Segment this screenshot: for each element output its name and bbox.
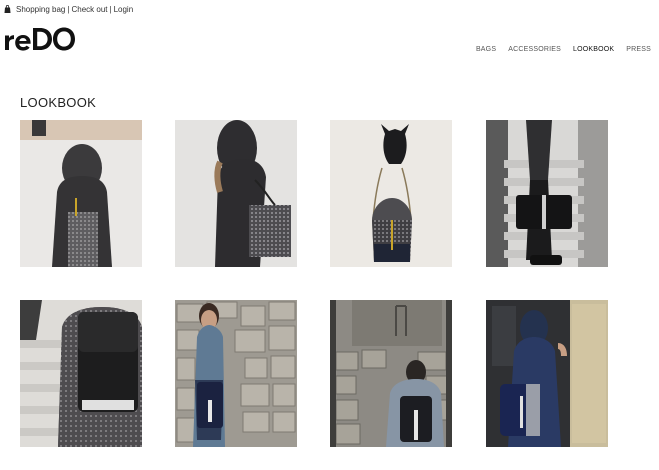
logo-mark — [5, 27, 75, 51]
photo-woman-stone-wall-navy-bag — [175, 300, 297, 447]
photo-back-view-stone-wall-backpack — [330, 300, 452, 447]
photo-bucket-bag-horse-hook — [330, 120, 452, 267]
shopping-bag-icon[interactable] — [4, 5, 11, 13]
shopping-bag-link[interactable]: Shopping bag — [16, 5, 65, 14]
nav-lookbook[interactable]: LOOKBOOK — [573, 46, 614, 53]
lookbook-photo-7[interactable] — [330, 300, 452, 447]
main-navigation: BAGS ACCESSORIES LOOKBOOK PRESS — [464, 46, 651, 53]
lookbook-photo-8[interactable] — [486, 300, 608, 447]
nav-press[interactable]: PRESS — [626, 46, 651, 53]
logo[interactable] — [3, 26, 75, 58]
lookbook-photo-1[interactable] — [20, 120, 142, 267]
page-title: LOOKBOOK — [20, 95, 97, 110]
nav-bags[interactable]: BAGS — [476, 46, 496, 53]
photo-hooded-blue-coat-navy-bag — [486, 300, 608, 447]
photo-grey-coat-black-backpack — [20, 300, 142, 447]
top-utility-bar: Shopping bag | Check out | Login — [4, 3, 133, 15]
separator: | — [67, 4, 70, 14]
checkout-link[interactable]: Check out — [71, 5, 107, 14]
lookbook-photo-4[interactable] — [486, 120, 608, 267]
photo-stairs-black-leather-bag — [486, 120, 608, 267]
nav-accessories[interactable]: ACCESSORIES — [508, 46, 561, 53]
login-link[interactable]: Login — [114, 5, 134, 14]
lookbook-photo-5[interactable] — [20, 300, 142, 447]
lookbook-photo-3[interactable] — [330, 120, 452, 267]
photo-hooded-back-tweed-backpack — [20, 120, 142, 267]
lookbook-photo-2[interactable] — [175, 120, 297, 267]
photo-hooded-side-tweed-backpack — [175, 120, 297, 267]
separator: | — [109, 4, 112, 14]
lookbook-photo-6[interactable] — [175, 300, 297, 447]
